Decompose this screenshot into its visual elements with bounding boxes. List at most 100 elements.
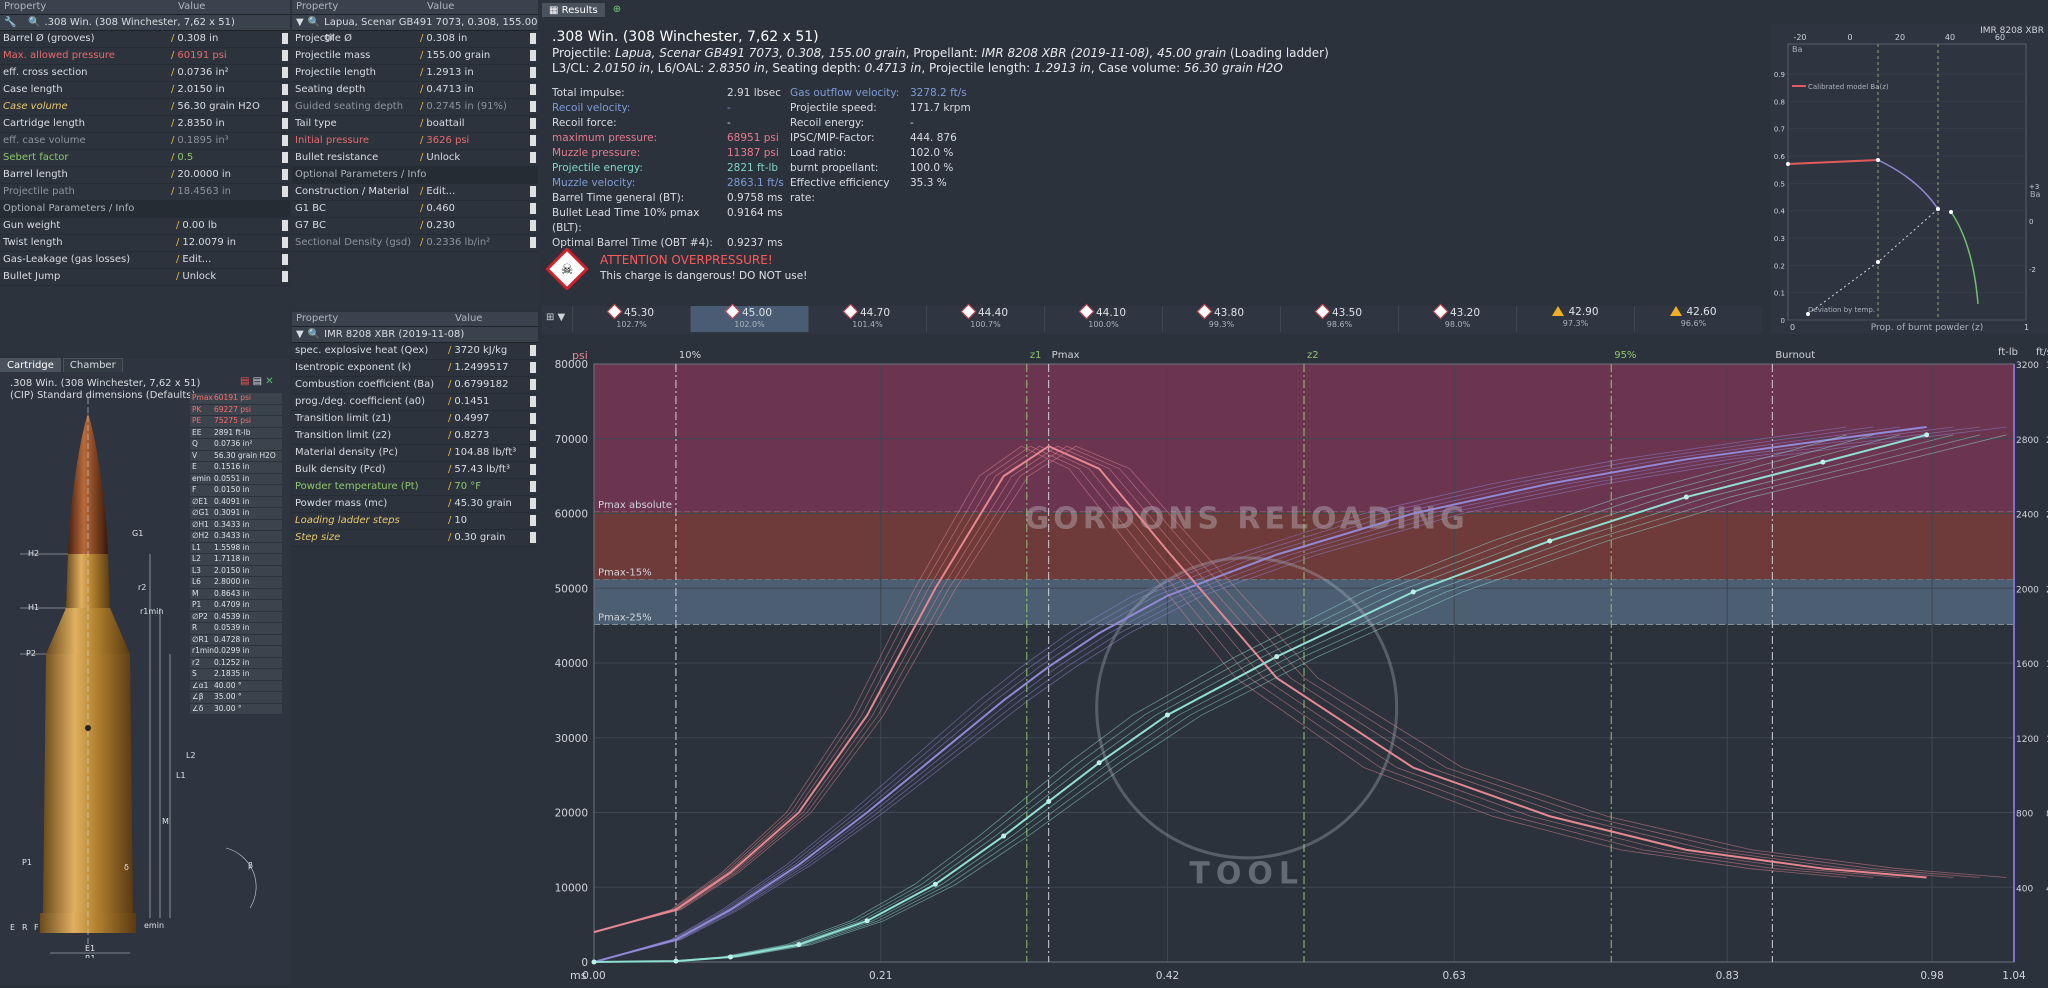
powder-selector[interactable]: ▼ 🔍 IMR 8208 XBR (2019-11-08) — [292, 327, 538, 343]
property-value[interactable]: /18.4563 in — [168, 184, 290, 200]
property-value[interactable]: /2.0150 in — [168, 82, 290, 98]
ladder-menu-button[interactable]: ⊞ ▼ — [546, 312, 565, 323]
property-value-text: 56.30 grain H2O — [177, 101, 260, 112]
property-value[interactable]: /3626 psi — [417, 133, 538, 149]
property-row[interactable]: eff. cross section/0.0736 in² — [0, 65, 290, 82]
ladder-step[interactable]: 44.70 101.4% — [808, 303, 926, 332]
ladder-step[interactable]: 43.80 99.3% — [1162, 303, 1280, 332]
property-row[interactable]: Case volume/56.30 grain H2O — [0, 99, 290, 116]
property-row[interactable]: Case length/2.0150 in — [0, 82, 290, 99]
property-row[interactable]: Max. allowed pressure/60191 psi — [0, 48, 290, 65]
property-value[interactable]: / Edit... — [173, 252, 290, 268]
property-row[interactable]: Material density (Pc) /104.88 lb/ft³ — [292, 445, 538, 462]
property-value[interactable]: / boattail — [417, 116, 538, 132]
property-value[interactable]: / Edit... — [417, 184, 538, 200]
chevron-down-icon[interactable]: ▼ — [292, 327, 304, 342]
property-row[interactable]: Combustion coefficient (Ba) /0.6799182 — [292, 377, 538, 394]
property-value[interactable]: /0.1451 — [445, 394, 538, 410]
property-value[interactable]: /10 — [445, 513, 538, 529]
property-value[interactable]: /12.0079 in — [173, 235, 290, 251]
property-row[interactable]: Barrel length/20.0000 in — [0, 167, 290, 184]
projectile-selector[interactable]: ▼ 🔍 Lapua, Scenar GB491 7073, 0.308, 155… — [292, 15, 538, 43]
add-tab-button[interactable]: ⊕ — [607, 3, 627, 17]
danger-icon — [842, 303, 859, 320]
property-row[interactable]: spec. explosive heat (Qex) /3720 kJ/kg — [292, 343, 538, 360]
ladder-step[interactable]: 42.60 96.6% — [1634, 306, 1752, 332]
property-value[interactable]: /0.4713 in — [417, 82, 538, 98]
wrench-icon[interactable]: 🔧 — [0, 15, 24, 30]
property-value[interactable]: /0.1895 in³ — [168, 133, 290, 149]
property-value[interactable]: /20.0000 in — [168, 167, 290, 183]
edit-pen-icon: / — [420, 84, 424, 95]
property-row[interactable]: Powder mass (mc) /45.30 grain — [292, 496, 538, 513]
property-row[interactable]: Gas-Leakage (gas losses) / Edit... — [0, 252, 290, 269]
property-row[interactable]: Transition limit (z2) /0.8273 — [292, 428, 538, 445]
property-row[interactable]: Step size/0.30 grain — [292, 530, 538, 547]
property-value[interactable]: /0.6799182 — [445, 377, 538, 393]
property-row[interactable]: Initial pressure/3626 psi — [292, 133, 538, 150]
ladder-step[interactable]: 43.50 98.6% — [1280, 303, 1398, 332]
ladder-step[interactable]: 45.30 102.7% — [572, 303, 690, 332]
property-row[interactable]: Loading ladder steps/10 — [292, 513, 538, 530]
property-row[interactable]: G1 BC/0.460 — [292, 201, 538, 218]
property-value[interactable]: /0.2336 lb/in² — [417, 235, 538, 251]
ladder-step[interactable]: 42.90 97.3% — [1516, 306, 1634, 332]
property-value[interactable]: /104.88 lb/ft³ — [445, 445, 538, 461]
property-value[interactable]: /2.8350 in — [168, 116, 290, 132]
cartridge-selector[interactable]: 🔧 🔍 .308 Win. (308 Winchester, 7,62 x 51… — [0, 15, 290, 31]
property-row[interactable]: Projectile length/1.2913 in — [292, 65, 538, 82]
ladder-step[interactable]: 43.20 98.0% — [1398, 303, 1516, 332]
property-value[interactable]: / Unlock — [417, 150, 538, 166]
property-value[interactable]: / Unlock — [173, 269, 290, 285]
property-row[interactable]: Guided seating depth/0.2745 in (91%) — [292, 99, 538, 116]
property-row[interactable]: Twist length/12.0079 in — [0, 235, 290, 252]
property-value[interactable]: /0.30 grain — [445, 530, 538, 546]
property-row[interactable]: G7 BC/0.230 — [292, 218, 538, 235]
ladder-step[interactable]: 44.40 100.7% — [926, 303, 1044, 332]
dimension-value: 0.0539 in — [214, 623, 250, 632]
property-row[interactable]: Sebert factor/0.5 — [0, 150, 290, 167]
property-row[interactable]: Projectile Ø/0.308 in — [292, 31, 538, 48]
property-value[interactable]: /0.00 lb — [173, 218, 290, 234]
chevron-down-icon[interactable]: ▼ — [292, 15, 304, 30]
result-value: - — [910, 117, 914, 129]
property-row[interactable]: Projectile path/18.4563 in — [0, 184, 290, 201]
property-value[interactable]: /60191 psi — [168, 48, 290, 64]
property-value[interactable]: /1.2499517 — [445, 360, 538, 376]
property-value[interactable]: /1.2913 in — [417, 65, 538, 81]
property-row[interactable]: Bullet Jump / Unlock — [0, 269, 290, 286]
property-row[interactable]: Seating depth/0.4713 in — [292, 82, 538, 99]
property-row[interactable]: Bulk density (Pcd) /57.43 lb/ft³ — [292, 462, 538, 479]
property-row[interactable]: Cartridge length/2.8350 in — [0, 116, 290, 133]
ladder-step[interactable]: 44.10 100.0% — [1044, 303, 1162, 332]
property-value[interactable]: /0.4997 — [445, 411, 538, 427]
property-row[interactable]: Bullet resistance / Unlock — [292, 150, 538, 167]
property-value[interactable]: /0.0736 in² — [168, 65, 290, 81]
property-row[interactable]: Powder temperature (Pt) /70 °F — [292, 479, 538, 496]
property-row[interactable]: eff. case volume/0.1895 in³ — [0, 133, 290, 150]
property-row[interactable]: Gun weight/0.00 lb — [0, 218, 290, 235]
property-value[interactable]: /0.8273 — [445, 428, 538, 444]
property-row[interactable]: Isentropic exponent (k) /1.2499517 — [292, 360, 538, 377]
property-value[interactable]: /155.00 grain — [417, 48, 538, 64]
property-value[interactable]: /56.30 grain H2O — [168, 99, 290, 115]
property-row[interactable]: Construction / Material / Edit... — [292, 184, 538, 201]
property-value[interactable]: /0.460 — [417, 201, 538, 217]
property-row[interactable]: Tail type / boattail — [292, 116, 538, 133]
property-row[interactable]: Transition limit (z1) /0.4997 — [292, 411, 538, 428]
property-value[interactable]: /0.308 in — [168, 31, 290, 47]
property-value[interactable]: /0.230 — [417, 218, 538, 234]
property-row[interactable]: prog./deg. coefficient (a0) /0.1451 — [292, 394, 538, 411]
property-row[interactable]: Sectional Density (gsd) /0.2336 lb/in² — [292, 235, 538, 252]
property-value[interactable]: /0.308 in — [417, 31, 538, 47]
property-value[interactable]: /3720 kJ/kg — [445, 343, 538, 359]
property-value[interactable]: /70 °F — [445, 479, 538, 495]
property-value[interactable]: /0.5 — [168, 150, 290, 166]
property-value[interactable]: /0.2745 in (91%) — [417, 99, 538, 115]
ladder-step[interactable]: 45.00 102.0% — [690, 303, 808, 332]
property-row[interactable]: Projectile mass/155.00 grain — [292, 48, 538, 65]
tab-results[interactable]: ▦ Results — [542, 3, 605, 17]
property-value[interactable]: /45.30 grain — [445, 496, 538, 512]
property-row[interactable]: Barrel Ø (grooves) /0.308 in — [0, 31, 290, 48]
property-value[interactable]: /57.43 lb/ft³ — [445, 462, 538, 478]
